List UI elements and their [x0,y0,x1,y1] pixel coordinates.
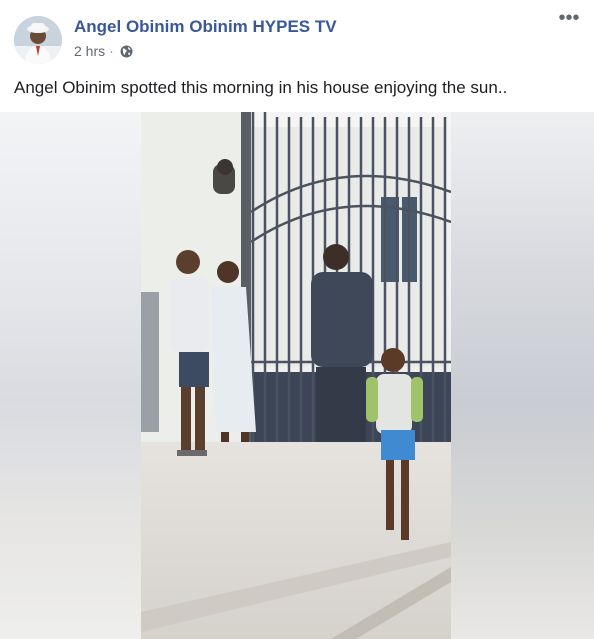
video-frame[interactable] [141,112,451,639]
globe-icon[interactable] [120,45,133,58]
author-name-link[interactable]: Angel Obinim Obinim HYPES TV [74,17,337,37]
author-avatar[interactable] [14,16,62,64]
video-blur-right [451,112,594,639]
avatar-photo [14,16,62,64]
post-timestamp[interactable]: 2 hrs [74,43,105,59]
post-video[interactable] [0,112,594,639]
post-caption: Angel Obinim spotted this morning in his… [14,78,508,97]
post-meta: 2 hrs · [74,43,133,59]
facebook-post: Angel Obinim Obinim HYPES TV 2 hrs · •••… [0,0,594,639]
more-options-button[interactable]: ••• [556,8,582,34]
video-blur-left [0,112,141,639]
post-header: Angel Obinim Obinim HYPES TV 2 hrs · ••• [0,0,594,70]
meta-separator: · [109,43,114,59]
